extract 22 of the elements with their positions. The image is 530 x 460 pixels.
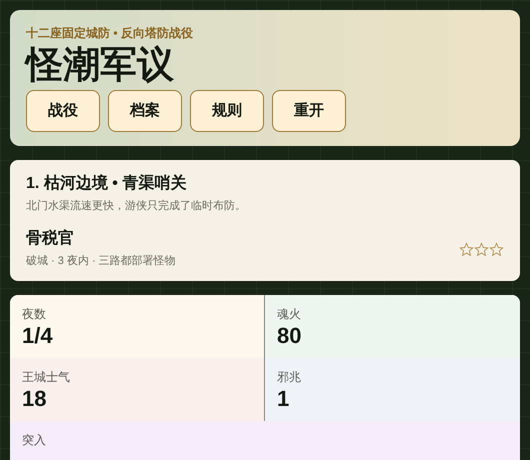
stat-label: 夜数 [22,306,47,323]
menu-button[interactable]: 档案 [108,90,182,132]
level-title: 1. 枯河边境 • 青渠哨关 [26,173,188,194]
star-icon [459,242,474,257]
objective-text: 破城 · 3 夜内 · 三路都部署怪物 [26,254,177,268]
level-description: 北门水渠流速更快，游侠只完成了临时布防。 [26,198,246,214]
stat-value: 1 [277,386,290,412]
stat-label: 突入 [22,432,47,449]
stat-value: 80 [277,323,302,349]
star-icon [489,242,504,257]
stat-label: 王城士气 [22,369,71,386]
stat-label: 魂火 [277,306,302,323]
page-title: 怪潮军议 [26,43,175,87]
menu-button[interactable]: 规则 [190,90,264,132]
menu-button[interactable]: 重开 [272,90,346,132]
stat-value: 1/4 [22,323,54,349]
campaign-subtitle: 十二座固定城防 • 反向塔防战役 [26,25,194,42]
menu-button[interactable]: 战役 [26,90,100,132]
stat-value: 18 [22,386,48,412]
stat-label: 邪兆 [277,369,302,386]
star-icon [474,242,489,257]
boss-name: 骨税官 [26,228,75,248]
